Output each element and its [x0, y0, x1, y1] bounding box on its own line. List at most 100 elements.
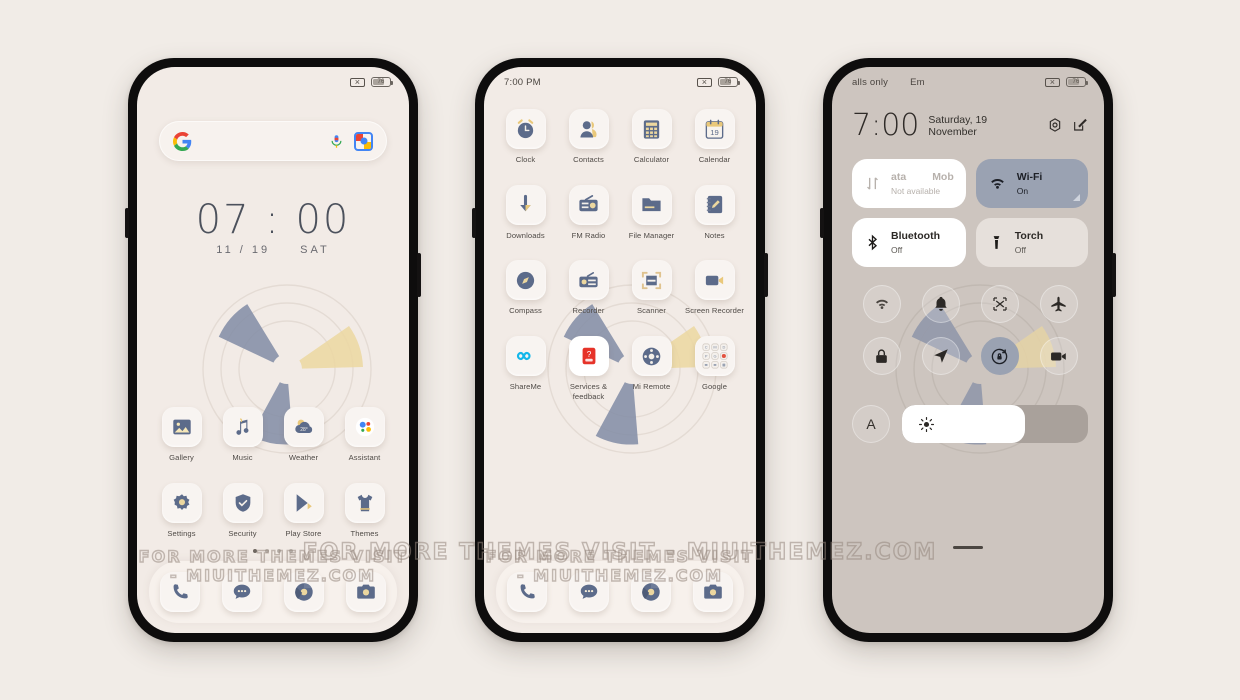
wifi-icon [875, 299, 888, 309]
screenshot-stage: 76 [0, 0, 1240, 700]
phone-3-status-bar: alls only Em 76 [832, 67, 1104, 97]
app-label: Calendar [698, 155, 731, 164]
video-camera-icon [1051, 352, 1066, 360]
home-app-grid: Gallery Music 28° Weather Assistant Sett… [151, 407, 395, 538]
control-center-header: 7:00 Saturday, 19 November [852, 111, 1088, 141]
google-g-icon [173, 131, 192, 151]
tile-bluetooth[interactable]: Bluetooth Off [852, 218, 966, 267]
tile-torch[interactable]: Torch Off [975, 218, 1088, 267]
app-label: Contacts [573, 155, 604, 164]
app-assistant[interactable]: Assistant [334, 407, 395, 463]
app-label: Themes [350, 528, 379, 538]
clock-widget[interactable]: 07 : 00 11 / 19 SAT [137, 197, 409, 256]
app-label: Screen Recorder [685, 306, 744, 316]
app-compass[interactable]: Compass [494, 260, 557, 316]
app-gallery[interactable]: Gallery [151, 407, 212, 463]
voice-recorder-icon [568, 260, 609, 301]
no-sim-icon [1045, 75, 1060, 90]
app-music[interactable]: Music [212, 407, 273, 463]
app-scanner[interactable]: Scanner [620, 260, 683, 316]
volume-button[interactable] [472, 208, 476, 238]
app-security[interactable]: Security [212, 482, 273, 539]
app-settings[interactable]: Settings [151, 482, 212, 539]
clock-date: 11 / 19 [216, 244, 271, 256]
app-clock[interactable]: Clock [494, 109, 557, 165]
app-fm-radio[interactable]: FM Radio [557, 184, 620, 241]
google-search-widget[interactable] [159, 121, 387, 161]
svg-text:C: C [704, 345, 707, 350]
phone-1-status-bar: 76 [137, 67, 409, 97]
flashlight-icon [993, 236, 1000, 249]
toggle-rotation-lock[interactable] [980, 337, 1019, 375]
edit-pencil-icon[interactable] [1072, 117, 1088, 141]
app-file-manager[interactable]: File Manager [620, 184, 683, 241]
app-recorder[interactable]: Recorder [557, 260, 620, 316]
app-themes[interactable]: Themes [334, 482, 395, 539]
shareme-infinity-icon [505, 336, 546, 377]
tile-wifi[interactable]: Wi-Fi On [975, 159, 1088, 208]
airplane-icon [1051, 296, 1066, 312]
app-label: Settings [167, 528, 196, 538]
no-sim-icon [350, 75, 365, 90]
app-screen-recorder[interactable]: Screen Recorder [683, 260, 746, 316]
app-play-store[interactable]: Play Store [273, 482, 334, 539]
app-mi-remote[interactable]: Mi Remote [620, 336, 683, 401]
battery-level: 76 [377, 79, 385, 85]
toggle-airplane[interactable] [1039, 285, 1078, 323]
location-arrow-icon [933, 349, 948, 363]
toggle-silent[interactable] [921, 285, 960, 323]
screenshot-scissors-icon [992, 297, 1007, 311]
global-watermark: FOR MORE THEMES VISIT - MIUITHEMEZ.COM [302, 539, 938, 565]
svg-text:19: 19 [710, 128, 719, 137]
weather-icon: 28° [283, 407, 324, 447]
app-downloads[interactable]: Downloads [494, 184, 557, 241]
toggle-screen-record[interactable] [1039, 337, 1078, 375]
toggle-screenshot[interactable] [980, 285, 1019, 323]
svg-text:D: D [722, 345, 725, 350]
microphone-icon[interactable] [329, 132, 344, 151]
battery-level: 76 [724, 79, 732, 85]
toggle-lock[interactable] [862, 337, 901, 375]
settings-gear-icon[interactable] [1047, 117, 1063, 141]
tile-title-part-a: ata [891, 171, 907, 184]
app-services-feedback[interactable]: ? Services & feedback [557, 336, 620, 401]
power-button[interactable] [417, 253, 421, 297]
toggle-wifi[interactable] [862, 285, 901, 323]
cc-date-label: Saturday, 19 November [928, 114, 988, 138]
auto-brightness-label: A [866, 416, 876, 432]
mobile-data-arrows-icon [867, 177, 878, 190]
alarm-clock-icon [505, 109, 546, 149]
app-shareme[interactable]: ShareMe [494, 336, 557, 401]
app-calculator[interactable]: Calculator [620, 109, 683, 165]
screen-recorder-icon [694, 260, 735, 301]
google-lens-icon[interactable] [354, 131, 373, 151]
app-weather[interactable]: 28° Weather [273, 407, 334, 463]
tile-title: Wi-Fi [1016, 171, 1043, 184]
calculator-icon [631, 109, 672, 149]
power-button[interactable] [764, 253, 768, 297]
radio-icon [568, 184, 609, 225]
app-calendar[interactable]: 19 Calendar [683, 109, 746, 165]
brightness-slider[interactable] [902, 405, 1088, 443]
volume-button[interactable] [125, 208, 129, 238]
app-label: ShareMe [509, 382, 542, 392]
volume-button[interactable] [820, 208, 824, 238]
tile-expand-corner-icon[interactable] [1073, 194, 1080, 201]
phone-2-status-bar: 7:00 PM 76 [484, 67, 756, 97]
gallery-icon [161, 407, 202, 447]
tshirt-icon [344, 482, 385, 523]
power-button[interactable] [1112, 253, 1116, 297]
tile-mobile-data[interactable]: ata Mob Not available [852, 159, 966, 208]
tile-title-part-b: Mob [932, 171, 954, 184]
app-contacts[interactable]: Contacts [557, 109, 620, 165]
quick-setting-big-tiles: ata Mob Not available Wi-Fi On Bluetooth… [852, 159, 1088, 267]
toggle-location[interactable] [921, 337, 960, 375]
shield-check-icon [222, 482, 263, 523]
app-notes[interactable]: Notes [683, 184, 746, 241]
tile-title: Torch [1014, 230, 1044, 243]
svg-text:28°: 28° [300, 427, 308, 433]
auto-brightness-button[interactable]: A [852, 405, 890, 443]
brightness-row: A [852, 405, 1088, 443]
app-google-folder[interactable]: C M D P G Google [683, 336, 746, 401]
brightness-sun-icon [918, 416, 935, 432]
